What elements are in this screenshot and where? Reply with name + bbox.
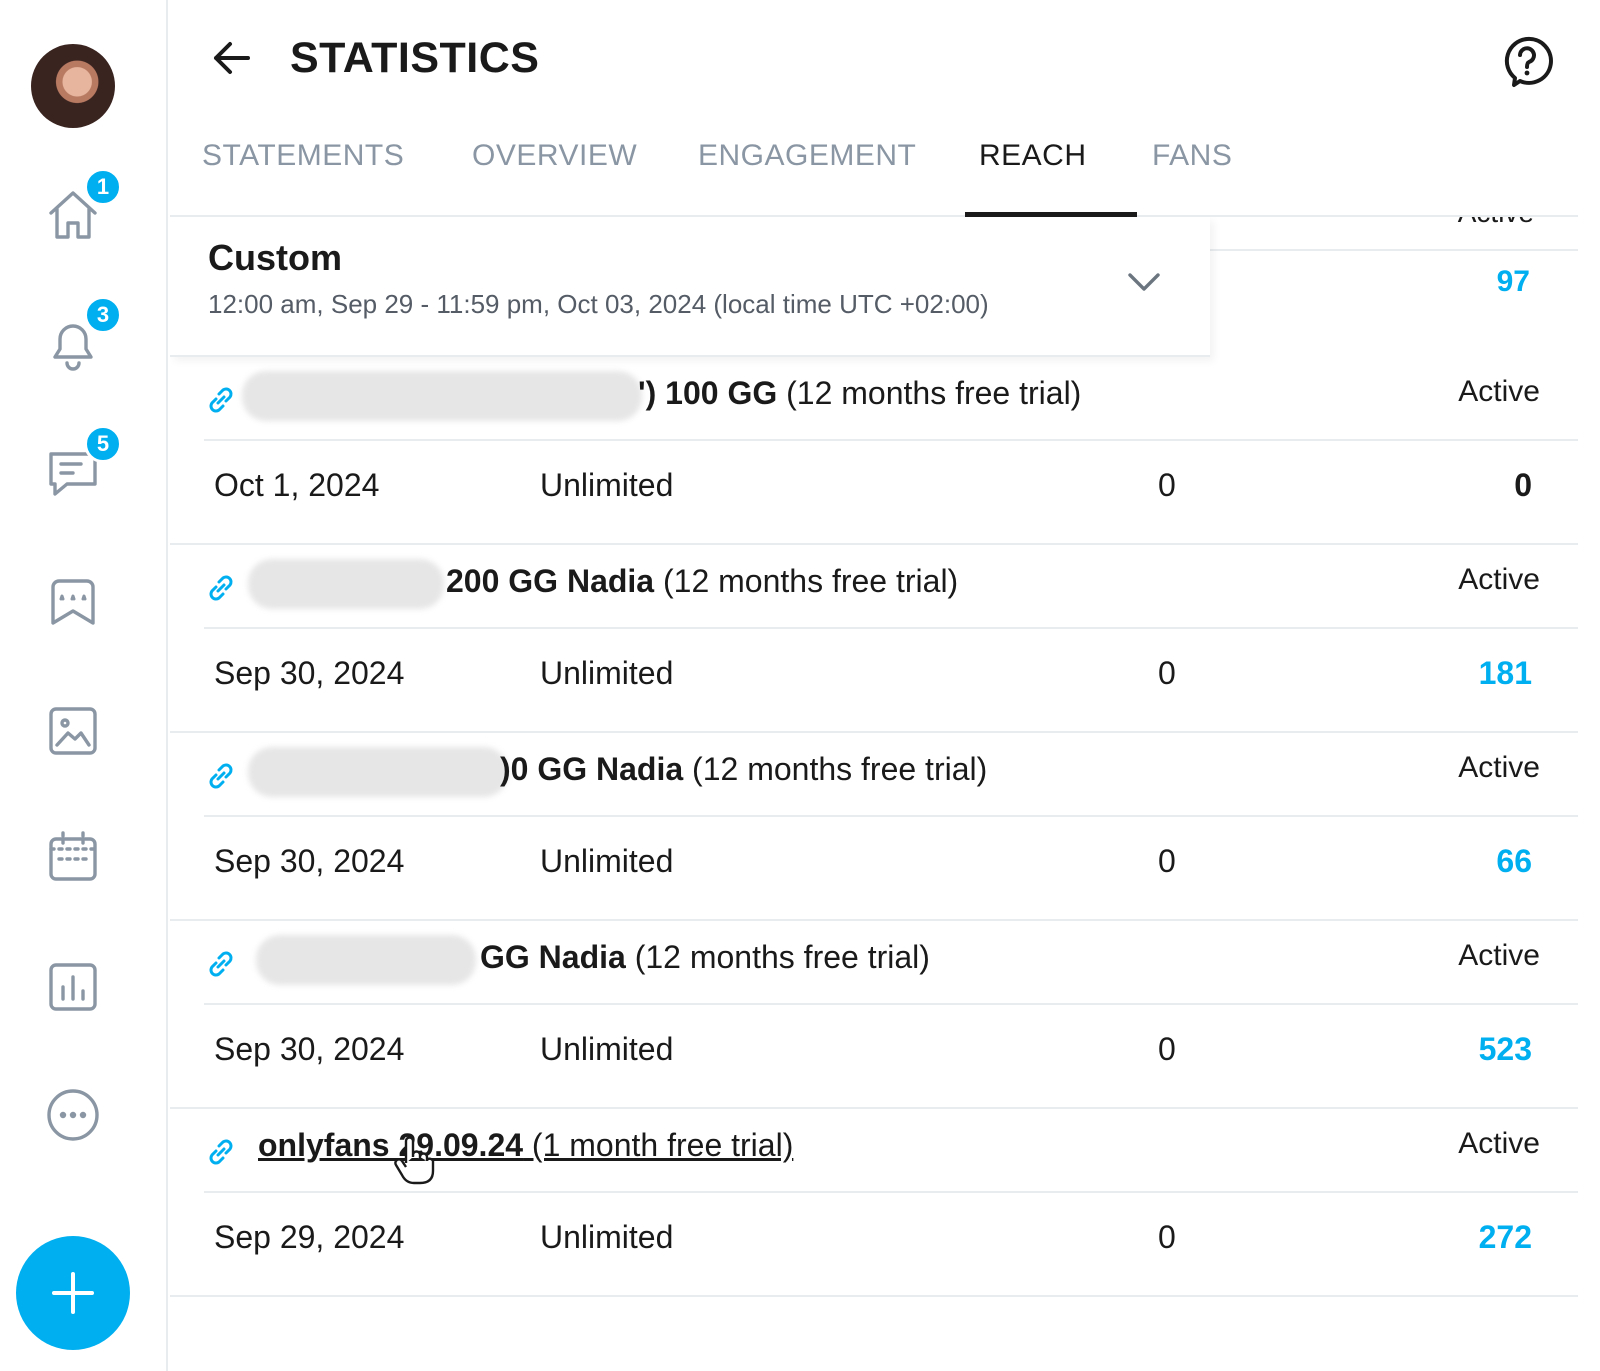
- tab-fans[interactable]: FANS: [1152, 139, 1232, 197]
- nav-home[interactable]: 1: [38, 168, 122, 250]
- chart-icon: [49, 963, 97, 1011]
- campaign-status: Active: [1458, 375, 1540, 408]
- arrow-left-icon: [214, 42, 250, 74]
- campaign-limit: Unlimited: [540, 843, 674, 879]
- tab-engagement[interactable]: ENGAGEMENT: [698, 139, 916, 197]
- campaign-details: Sep 30, 2024 Unlimited 0 523: [204, 1007, 1578, 1107]
- campaign-count[interactable]: 181: [1479, 655, 1532, 692]
- campaign-count[interactable]: 523: [1479, 1031, 1532, 1068]
- nav-messages[interactable]: 5: [38, 425, 122, 507]
- link-icon[interactable]: [204, 383, 238, 417]
- help-button[interactable]: [1500, 34, 1554, 88]
- campaign-status: Active: [1458, 751, 1540, 784]
- campaign-date: Sep 30, 2024: [214, 843, 405, 879]
- redacted-name: [242, 371, 642, 421]
- campaign-name[interactable]: GG Nadia (12 months free trial): [480, 939, 930, 976]
- period-selector[interactable]: Custom 12:00 am, Sep 29 - 11:59 pm, Oct …: [170, 217, 1210, 357]
- campaign-count[interactable]: 272: [1479, 1219, 1532, 1256]
- campaign-details: Oct 1, 2024 Unlimited 0 0: [204, 443, 1578, 543]
- sidebar: 1 3 5: [0, 0, 168, 1371]
- hand-cursor-icon: [392, 1133, 436, 1187]
- avatar[interactable]: [31, 44, 115, 128]
- campaign-date: Sep 30, 2024: [214, 1031, 405, 1067]
- campaign-row: )0 GG Nadia (12 months free trial) Activ…: [170, 733, 1578, 921]
- campaign-row: ') 100 GG (12 months free trial) Active …: [170, 357, 1578, 545]
- campaign-limit: Unlimited: [540, 467, 674, 503]
- tabs: STATEMENTS OVERVIEW ENGAGEMENT REACH FAN…: [170, 115, 1578, 217]
- campaign-count[interactable]: 0: [1514, 467, 1532, 504]
- nav-vault[interactable]: [38, 696, 108, 766]
- tab-overview[interactable]: OVERVIEW: [472, 139, 637, 197]
- link-icon[interactable]: [204, 571, 238, 605]
- chevron-down-icon[interactable]: [1124, 267, 1164, 297]
- nav-collections[interactable]: [38, 566, 108, 636]
- reach-content: Active 97 Custom 12:00 am, Sep 29 - 11:5…: [170, 217, 1578, 1371]
- campaign-header: 200 GG Nadia (12 months free trial) Acti…: [204, 545, 1578, 629]
- campaign-count[interactable]: 66: [1496, 843, 1532, 880]
- campaign-name[interactable]: )0 GG Nadia (12 months free trial): [500, 751, 987, 788]
- campaign-header: ') 100 GG (12 months free trial) Active: [204, 357, 1578, 441]
- period-range: 12:00 am, Sep 29 - 11:59 pm, Oct 03, 202…: [208, 289, 989, 319]
- campaign-limit: Unlimited: [540, 655, 674, 691]
- more-icon: [47, 1089, 99, 1141]
- campaign-limit: Unlimited: [540, 1031, 674, 1067]
- nav-more[interactable]: [38, 1080, 108, 1150]
- campaign-date: Sep 30, 2024: [214, 655, 405, 691]
- campaign-header: GG Nadia (12 months free trial) Active: [204, 921, 1578, 1005]
- partial-status: Active: [1458, 217, 1534, 229]
- campaign-status: Active: [1458, 563, 1540, 596]
- redacted-name: [248, 747, 508, 797]
- page-title: STATISTICS: [290, 34, 540, 82]
- link-icon[interactable]: [204, 947, 238, 981]
- header: STATISTICS: [170, 0, 1578, 115]
- campaign-date: Sep 29, 2024: [214, 1219, 405, 1255]
- campaign-name[interactable]: 200 GG Nadia (12 months free trial): [446, 563, 958, 600]
- campaign-details: Sep 30, 2024 Unlimited 0 181: [204, 631, 1578, 731]
- back-button[interactable]: [208, 34, 256, 82]
- tab-reach[interactable]: REACH: [979, 139, 1087, 197]
- campaign-row: GG Nadia (12 months free trial) Active S…: [170, 921, 1578, 1109]
- redacted-name: [248, 559, 444, 609]
- campaign-status: Active: [1458, 1127, 1540, 1160]
- campaign-name[interactable]: ') 100 GG (12 months free trial): [638, 375, 1081, 412]
- campaign-claims: 0: [1158, 655, 1176, 691]
- tab-statements[interactable]: STATEMENTS: [202, 139, 404, 197]
- notifications-badge: 3: [84, 296, 122, 334]
- new-post-button[interactable]: [16, 1236, 130, 1350]
- home-badge: 1: [84, 168, 122, 206]
- divider: [1210, 249, 1578, 251]
- period-label: Custom: [208, 237, 342, 278]
- help-icon: [1504, 36, 1553, 87]
- campaign-claims: 0: [1158, 843, 1176, 879]
- campaign-row: onlyfans 29.09.24 (1 month free trial) A…: [170, 1109, 1578, 1297]
- campaign-limit: Unlimited: [540, 1219, 674, 1255]
- link-icon[interactable]: [204, 759, 238, 793]
- campaign-date: Oct 1, 2024: [214, 467, 380, 503]
- campaign-details: Sep 29, 2024 Unlimited 0 272: [204, 1195, 1578, 1295]
- plus-icon: [52, 1272, 94, 1314]
- campaign-header: )0 GG Nadia (12 months free trial) Activ…: [204, 733, 1578, 817]
- campaign-row: 200 GG Nadia (12 months free trial) Acti…: [170, 545, 1578, 733]
- image-icon: [49, 707, 97, 755]
- campaign-status: Active: [1458, 939, 1540, 972]
- bookmark-stars-icon: [51, 579, 95, 625]
- campaign-claims: 0: [1158, 1031, 1176, 1067]
- nav-notifications[interactable]: 3: [38, 296, 122, 378]
- campaign-name-link[interactable]: onlyfans 29.09.24 (1 month free trial): [258, 1127, 793, 1164]
- nav-statistics[interactable]: [38, 952, 108, 1022]
- calendar-icon: [49, 831, 97, 881]
- nav-queue[interactable]: [38, 822, 108, 892]
- partial-count: 97: [1496, 265, 1530, 298]
- campaign-claims: 0: [1158, 1219, 1176, 1255]
- messages-badge: 5: [84, 425, 122, 463]
- campaign-details: Sep 30, 2024 Unlimited 0 66: [204, 819, 1578, 919]
- campaign-claims: 0: [1158, 467, 1176, 503]
- redacted-name: [256, 935, 476, 985]
- link-icon[interactable]: [204, 1135, 238, 1169]
